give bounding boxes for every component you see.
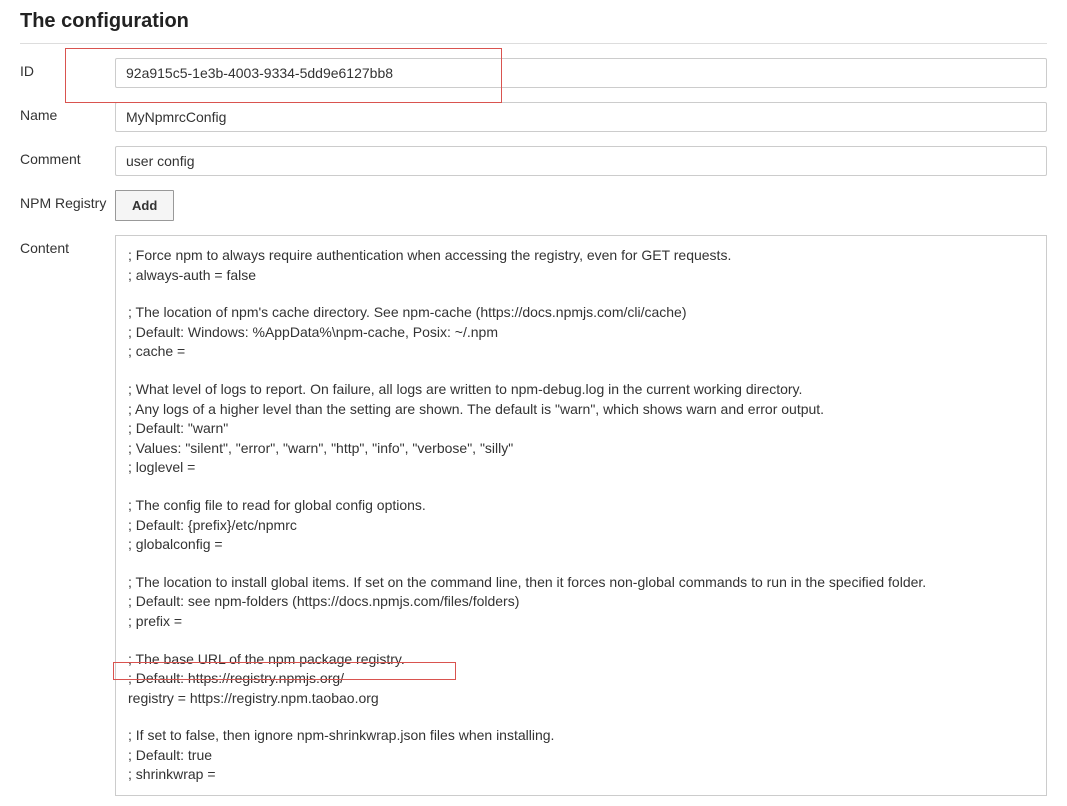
content-line: ; loglevel = <box>128 458 1034 478</box>
name-field[interactable] <box>115 102 1047 132</box>
content-block-loglevel: ; What level of logs to report. On failu… <box>128 380 1034 478</box>
content-line: ; always-auth = false <box>128 266 1034 286</box>
content-box[interactable]: ; Force npm to always require authentica… <box>115 235 1047 796</box>
add-button[interactable]: Add <box>115 190 174 221</box>
row-content: Content ; Force npm to always require au… <box>20 221 1047 796</box>
content-line: ; cache = <box>128 342 1034 362</box>
content-line: ; Any logs of a higher level than the se… <box>128 400 1034 420</box>
content-line: ; Default: {prefix}/etc/npmrc <box>128 516 1034 536</box>
content-block-cache: ; The location of npm's cache directory.… <box>128 303 1034 362</box>
label-id: ID <box>20 58 115 79</box>
content-block-prefix: ; The location to install global items. … <box>128 573 1034 632</box>
row-comment: Comment <box>20 132 1047 176</box>
row-id: ID <box>20 44 1047 88</box>
content-line: ; shrinkwrap = <box>128 765 1034 785</box>
content-block-globalconfig: ; The config file to read for global con… <box>128 496 1034 555</box>
content-line: ; Default: "warn" <box>128 419 1034 439</box>
content-line: ; The location to install global items. … <box>128 573 1034 593</box>
id-field[interactable] <box>115 58 1047 88</box>
content-line: registry = https://registry.npm.taobao.o… <box>128 689 1034 709</box>
row-name: Name <box>20 88 1047 132</box>
content-line: ; Default: https://registry.npmjs.org/ <box>128 669 1034 689</box>
content-line: ; Default: see npm-folders (https://docs… <box>128 592 1034 612</box>
page-title: The configuration <box>20 10 1047 44</box>
content-block-always-auth: ; Force npm to always require authentica… <box>128 246 1034 285</box>
content-line: ; Values: "silent", "error", "warn", "ht… <box>128 439 1034 459</box>
content-line: ; globalconfig = <box>128 535 1034 555</box>
content-line: ; If set to false, then ignore npm-shrin… <box>128 726 1034 746</box>
label-comment: Comment <box>20 146 115 167</box>
content-line: ; The config file to read for global con… <box>128 496 1034 516</box>
label-npm-registry: NPM Registry <box>20 190 115 211</box>
content-line: ; What level of logs to report. On failu… <box>128 380 1034 400</box>
content-line: ; prefix = <box>128 612 1034 632</box>
content-line: ; The base URL of the npm package regist… <box>128 650 1034 670</box>
label-content: Content <box>20 235 115 256</box>
label-name: Name <box>20 102 115 123</box>
content-line: ; Default: Windows: %AppData%\npm-cache,… <box>128 323 1034 343</box>
content-block-registry: ; The base URL of the npm package regist… <box>128 650 1034 709</box>
content-line: ; Force npm to always require authentica… <box>128 246 1034 266</box>
content-block-shrinkwrap: ; If set to false, then ignore npm-shrin… <box>128 726 1034 785</box>
row-npm-registry: NPM Registry Add <box>20 176 1047 221</box>
comment-field[interactable] <box>115 146 1047 176</box>
content-line: ; The location of npm's cache directory.… <box>128 303 1034 323</box>
